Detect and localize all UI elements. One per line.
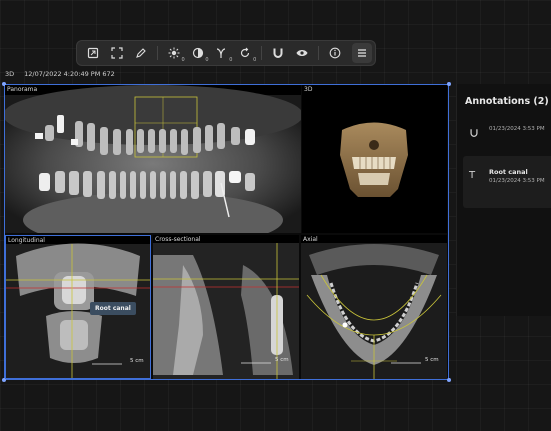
info-button[interactable]: [325, 43, 345, 63]
contrast-icon: [192, 47, 203, 59]
view-mode-label: 3D: [5, 70, 15, 78]
panorama-xray-image: [5, 85, 301, 233]
three-d-label: 3D: [304, 86, 313, 93]
axial-pane[interactable]: Axial 5 cm: [301, 235, 447, 379]
root-canal-tooltip[interactable]: Root canal: [90, 302, 136, 315]
contrast-button[interactable]: 0: [188, 43, 209, 63]
fullscreen-button[interactable]: [107, 43, 127, 63]
panorama-pane[interactable]: Panorama: [5, 85, 301, 233]
toolbar-divider: [318, 46, 320, 60]
fit-icon: [87, 47, 99, 59]
image-toolbar: 0 0 0 0: [76, 40, 376, 66]
longitudinal-scale: 5 cm: [130, 358, 144, 364]
resize-handle[interactable]: [447, 82, 451, 86]
toolbar-divider: [261, 46, 263, 60]
axial-label: Axial: [303, 236, 318, 243]
toolbar-divider: [156, 46, 158, 60]
draw-button[interactable]: [131, 43, 151, 63]
resize-handle[interactable]: [447, 378, 451, 382]
longitudinal-pane[interactable]: Longitudinal Root canal 5 cm: [5, 235, 151, 379]
annotations-title: Annotations (2): [465, 96, 549, 107]
visibility-button[interactable]: [292, 43, 312, 63]
gamma-value: 0: [229, 57, 233, 63]
eye-icon: [296, 50, 308, 56]
magnet-icon: [273, 48, 283, 58]
text-icon: T: [469, 170, 476, 181]
annotation-date: 01/23/2024 3:53 PM: [489, 126, 545, 132]
study-timestamp: 12/07/2022 4:20:49 PM 672: [24, 70, 115, 78]
annotations-toggle-button[interactable]: [352, 43, 372, 63]
image-viewer[interactable]: Panorama 3D Longitudinal Root canal 5 cm…: [2, 82, 451, 382]
cross-sectional-scale: 5 cm: [275, 357, 289, 363]
annotation-date: 01/23/2024 3:53 PM: [489, 178, 545, 184]
panorama-label: Panorama: [7, 86, 38, 93]
rotate-button[interactable]: 0: [235, 43, 257, 63]
fit-button[interactable]: [83, 43, 103, 63]
rotate-icon: [241, 47, 250, 58]
cross-sectional-label: Cross-sectional: [155, 236, 201, 243]
list-icon: [358, 49, 366, 57]
three-d-pane[interactable]: 3D: [302, 85, 447, 233]
annotation-name: Root canal: [489, 168, 528, 176]
skull-3d-render: [340, 122, 408, 197]
magnet-button[interactable]: [268, 43, 288, 63]
annotations-panel: Annotations (2) 01/23/2024 3:53 PM T Roo…: [456, 84, 551, 316]
longitudinal-label: Longitudinal: [8, 237, 45, 244]
cross-sectional-pane[interactable]: Cross-sectional 5 cm: [153, 235, 299, 379]
info-icon: [329, 47, 341, 59]
pencil-icon: [135, 48, 146, 58]
brightness-value: 0: [181, 57, 185, 63]
study-header: 3D 12/07/2022 4:20:49 PM 672: [5, 70, 115, 78]
magnet-icon: [469, 128, 481, 158]
annotation-item[interactable]: T Root canal 01/23/2024 3:53 PM: [463, 156, 551, 208]
brightness-button[interactable]: 0: [164, 43, 185, 63]
axial-scale: 5 cm: [425, 357, 439, 363]
rotate-value: 0: [253, 57, 257, 63]
contrast-value: 0: [205, 57, 209, 63]
sun-icon: [168, 47, 180, 59]
gamma-button[interactable]: 0: [212, 43, 232, 63]
gamma-icon: [217, 48, 226, 58]
expand-icon: [111, 47, 123, 59]
